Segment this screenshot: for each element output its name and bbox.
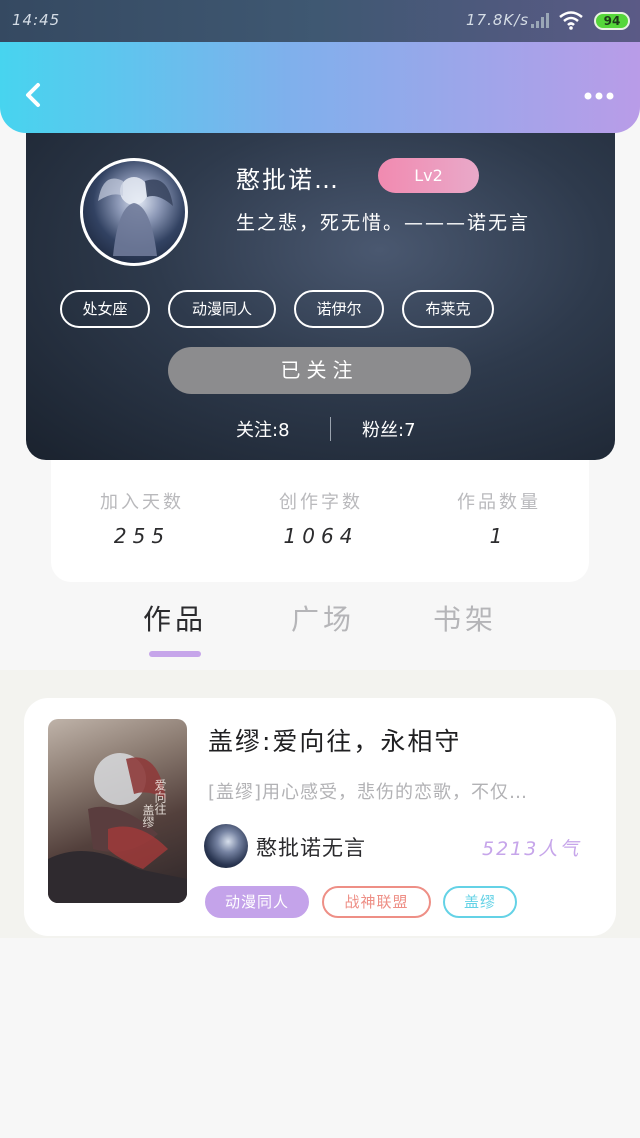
work-cover-image[interactable]: 爱向往 盖缪 xyxy=(48,719,187,903)
stat-value: 1064 xyxy=(283,524,359,548)
stat-value: 255 xyxy=(113,524,171,548)
stat-works: 作品数量 1 xyxy=(424,488,574,548)
profile-tag[interactable]: 布莱克 xyxy=(402,290,494,328)
work-tag[interactable]: 战神联盟 xyxy=(322,886,431,918)
status-bar: 14:45 17.8K/s 94 xyxy=(0,0,640,42)
level-badge: Lv2 xyxy=(378,158,479,193)
more-dots-icon xyxy=(584,92,614,100)
follow-stats: 关注:8 粉丝:7 xyxy=(236,416,436,442)
username: 憨批诺… xyxy=(236,166,340,194)
author-avatar[interactable] xyxy=(204,824,248,868)
popularity-count: 5213人气 xyxy=(482,838,581,860)
stat-label: 创作字数 xyxy=(279,492,363,513)
tab-works[interactable]: 作品 xyxy=(120,598,230,638)
more-button[interactable] xyxy=(580,86,620,106)
chevron-left-icon xyxy=(26,83,40,107)
signal-icon xyxy=(530,11,552,33)
work-title[interactable]: 盖缪:爱向往，永相守 xyxy=(208,722,461,758)
avatar[interactable] xyxy=(80,158,188,266)
work-tag[interactable]: 盖缪 xyxy=(443,886,517,918)
stat-label: 加入天数 xyxy=(100,492,184,513)
battery-icon: 94 xyxy=(594,12,630,30)
tab-indicator xyxy=(149,651,201,657)
tab-bar: 作品 广场 书架 xyxy=(0,590,640,670)
wifi-icon xyxy=(558,10,584,34)
tab-square[interactable]: 广场 xyxy=(268,598,378,638)
follow-button[interactable]: 已关注 xyxy=(168,347,471,394)
svg-text:盖缪: 盖缪 xyxy=(141,804,155,829)
fans-count[interactable]: 粉丝:7 xyxy=(362,416,416,442)
author-name[interactable]: 憨批诺无言 xyxy=(256,832,366,862)
following-count[interactable]: 关注:8 xyxy=(236,416,290,442)
tab-bookshelf[interactable]: 书架 xyxy=(410,598,520,638)
stat-label: 作品数量 xyxy=(457,492,541,513)
back-button[interactable] xyxy=(20,80,48,110)
divider xyxy=(330,417,331,441)
stat-words: 创作字数 1064 xyxy=(246,488,396,548)
work-tag[interactable]: 动漫同人 xyxy=(205,886,309,918)
stat-value: 1 xyxy=(489,524,509,548)
stats-card: 加入天数 255 创作字数 1064 作品数量 1 xyxy=(51,460,589,582)
svg-text:爱向往: 爱向往 xyxy=(153,779,167,815)
work-card[interactable]: 爱向往 盖缪 盖缪:爱向往，永相守 [盖缪]用心感受，悲伤的恋歌，不仅… 憨批诺… xyxy=(24,698,616,936)
stat-days: 加入天数 255 xyxy=(67,488,217,548)
work-description: [盖缪]用心感受，悲伤的恋歌，不仅… xyxy=(208,782,529,803)
profile-tag[interactable]: 动漫同人 xyxy=(168,290,276,328)
profile-tag[interactable]: 处女座 xyxy=(60,290,150,328)
avatar-image xyxy=(98,177,173,256)
status-time: 14:45 xyxy=(12,11,61,29)
network-speed: 17.8K/s xyxy=(466,11,530,29)
profile-tag[interactable]: 诺伊尔 xyxy=(294,290,384,328)
bio-text: 生之悲，死无惜。———诺无言 xyxy=(236,212,531,234)
